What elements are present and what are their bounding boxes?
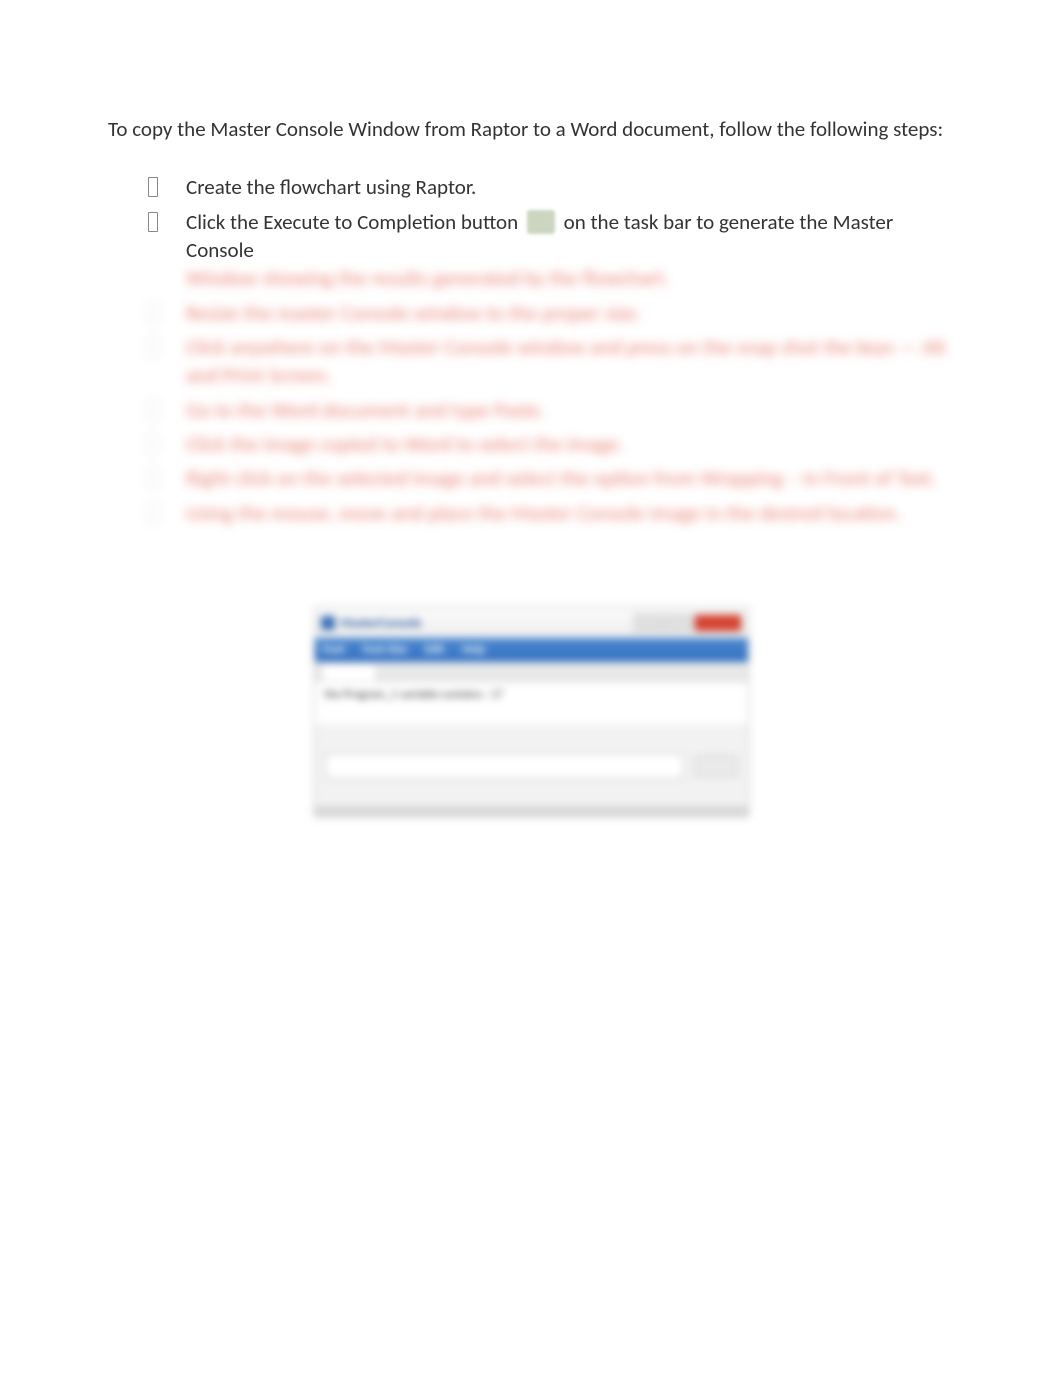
close-button[interactable] (694, 614, 742, 632)
embedded-screenshot-container: MasterConsole Font Font Size Edit Help t… (108, 607, 954, 817)
console-output-area: the Program_1 variable contains : 17 (315, 682, 748, 724)
menu-help[interactable]: Help (462, 643, 485, 657)
list-item-blurred: Right click on the selected image and se… (158, 464, 954, 492)
tab[interactable] (321, 663, 377, 681)
console-output-text: the Program_1 variable contains : 17 (325, 688, 503, 702)
step-text-continuation-blurred: Window showing the results generated by … (186, 265, 669, 291)
step-text-blurred: Go to the Word document and type Paste. (186, 397, 545, 423)
list-item-blurred: Using the mouse, move and place the Mast… (158, 499, 954, 527)
app-icon (321, 616, 335, 630)
execute-to-completion-icon (527, 210, 555, 234)
clear-button[interactable] (694, 755, 738, 777)
window-controls (634, 614, 742, 632)
console-input[interactable] (325, 753, 684, 779)
input-row (325, 746, 738, 786)
status-bar (315, 806, 748, 816)
document-page: To copy the Master Console Window from R… (0, 0, 1062, 817)
window-title: MasterConsole (341, 616, 628, 631)
list-item: Create the flowchart using Raptor. (158, 173, 954, 201)
step-text-blurred: Resize the master Console window to the … (186, 300, 641, 326)
intro-text: To copy the Master Console Window from R… (108, 115, 954, 143)
minimize-button[interactable] (634, 614, 662, 632)
list-item-blurred: Click the image copied to Word to select… (158, 430, 954, 458)
instruction-list-blurred: Resize the master Console window to the … (108, 299, 954, 527)
list-item-blurred: Resize the master Console window to the … (158, 299, 954, 327)
menu-font[interactable]: Font (323, 643, 345, 657)
list-item-blurred: Click anywhere on the Master Console win… (158, 333, 954, 390)
step-text-part-a: Click the Execute to Completion button (186, 209, 518, 235)
window-title-bar: MasterConsole (315, 608, 748, 638)
tab-bar (315, 662, 748, 682)
list-item: Click the Execute to Completion button o… (158, 208, 954, 293)
list-item-blurred: Go to the Word document and type Paste. (158, 396, 954, 424)
maximize-button[interactable] (664, 614, 692, 632)
menu-bar: Font Font Size Edit Help (315, 638, 748, 662)
step-text-blurred: Click the image copied to Word to select… (186, 431, 624, 457)
step-text-blurred: Right click on the selected image and se… (186, 465, 937, 491)
menu-edit[interactable]: Edit (425, 643, 444, 657)
menu-font-size[interactable]: Font Size (363, 643, 407, 657)
step-text: Create the flowchart using Raptor. (186, 174, 476, 200)
step-text-blurred: Click anywhere on the Master Console win… (186, 334, 946, 388)
instruction-list: Create the flowchart using Raptor. Click… (108, 173, 954, 292)
step-text-blurred: Using the mouse, move and place the Mast… (186, 500, 901, 526)
master-console-window-screenshot: MasterConsole Font Font Size Edit Help t… (314, 607, 749, 817)
